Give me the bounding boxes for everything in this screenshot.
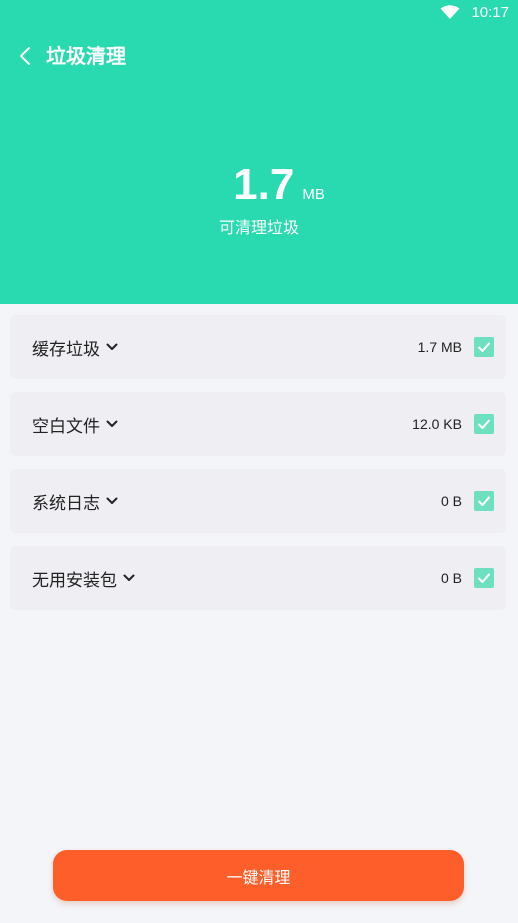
category-label: 空白文件 bbox=[32, 416, 100, 437]
category-expander[interactable]: 缓存垃圾 bbox=[32, 315, 118, 379]
chevron-down-icon bbox=[106, 420, 118, 427]
category-label: 无用安装包 bbox=[32, 570, 117, 591]
check-icon bbox=[478, 342, 490, 352]
header-banner: 10:17 垃圾清理 1.7 MB 可清理垃圾 bbox=[0, 0, 518, 304]
category-expander[interactable]: 空白文件 bbox=[32, 392, 118, 456]
junk-summary: 1.7 MB 可清理垃圾 bbox=[0, 160, 518, 238]
check-icon bbox=[478, 496, 490, 506]
category-meta: 0 B bbox=[441, 546, 494, 610]
category-size: 1.7 MB bbox=[417, 339, 462, 355]
category-checkbox[interactable] bbox=[474, 491, 494, 511]
junk-category-list: 缓存垃圾 1.7 MB 空白文件 12.0 KB 系统日志 0 B 无用安装包 … bbox=[10, 315, 506, 623]
junk-size: 1.7 MB bbox=[0, 160, 518, 210]
chevron-left-icon[interactable] bbox=[14, 42, 40, 70]
junk-size-caption: 可清理垃圾 bbox=[218, 218, 299, 237]
category-expander[interactable]: 无用安装包 bbox=[32, 546, 135, 610]
category-checkbox[interactable] bbox=[474, 414, 494, 434]
category-meta: 1.7 MB bbox=[418, 315, 494, 379]
category-size: 0 B bbox=[440, 570, 462, 586]
category-checkbox[interactable] bbox=[474, 568, 494, 588]
check-icon bbox=[478, 419, 490, 429]
category-meta: 0 B bbox=[441, 469, 494, 533]
list-item-cache: 缓存垃圾 1.7 MB bbox=[10, 315, 506, 379]
nav-bar: 垃圾清理 bbox=[0, 38, 518, 74]
category-label: 缓存垃圾 bbox=[32, 339, 100, 360]
category-meta: 12.0 KB bbox=[412, 392, 494, 456]
status-bar: 10:17 bbox=[0, 0, 518, 26]
chevron-down-icon bbox=[106, 343, 118, 350]
list-item-unused-apks: 无用安装包 0 B bbox=[10, 546, 506, 610]
category-expander[interactable]: 系统日志 bbox=[32, 469, 118, 533]
page-title: 垃圾清理 bbox=[46, 44, 126, 68]
list-item-empty-files: 空白文件 12.0 KB bbox=[10, 392, 506, 456]
junk-size-unit: MB bbox=[302, 186, 325, 203]
check-icon bbox=[478, 573, 490, 583]
list-item-system-logs: 系统日志 0 B bbox=[10, 469, 506, 533]
status-time: 10:17 bbox=[471, 4, 509, 21]
category-size: 0 B bbox=[440, 493, 462, 509]
junk-size-value: 1.7 bbox=[233, 160, 295, 209]
chevron-down-icon bbox=[123, 574, 135, 581]
wifi-icon bbox=[440, 5, 460, 19]
chevron-down-icon bbox=[106, 497, 118, 504]
category-checkbox[interactable] bbox=[474, 337, 494, 357]
category-label: 系统日志 bbox=[32, 493, 100, 514]
one-click-clean-button[interactable]: 一键清理 bbox=[53, 850, 464, 901]
category-size: 12.0 KB bbox=[412, 416, 462, 432]
